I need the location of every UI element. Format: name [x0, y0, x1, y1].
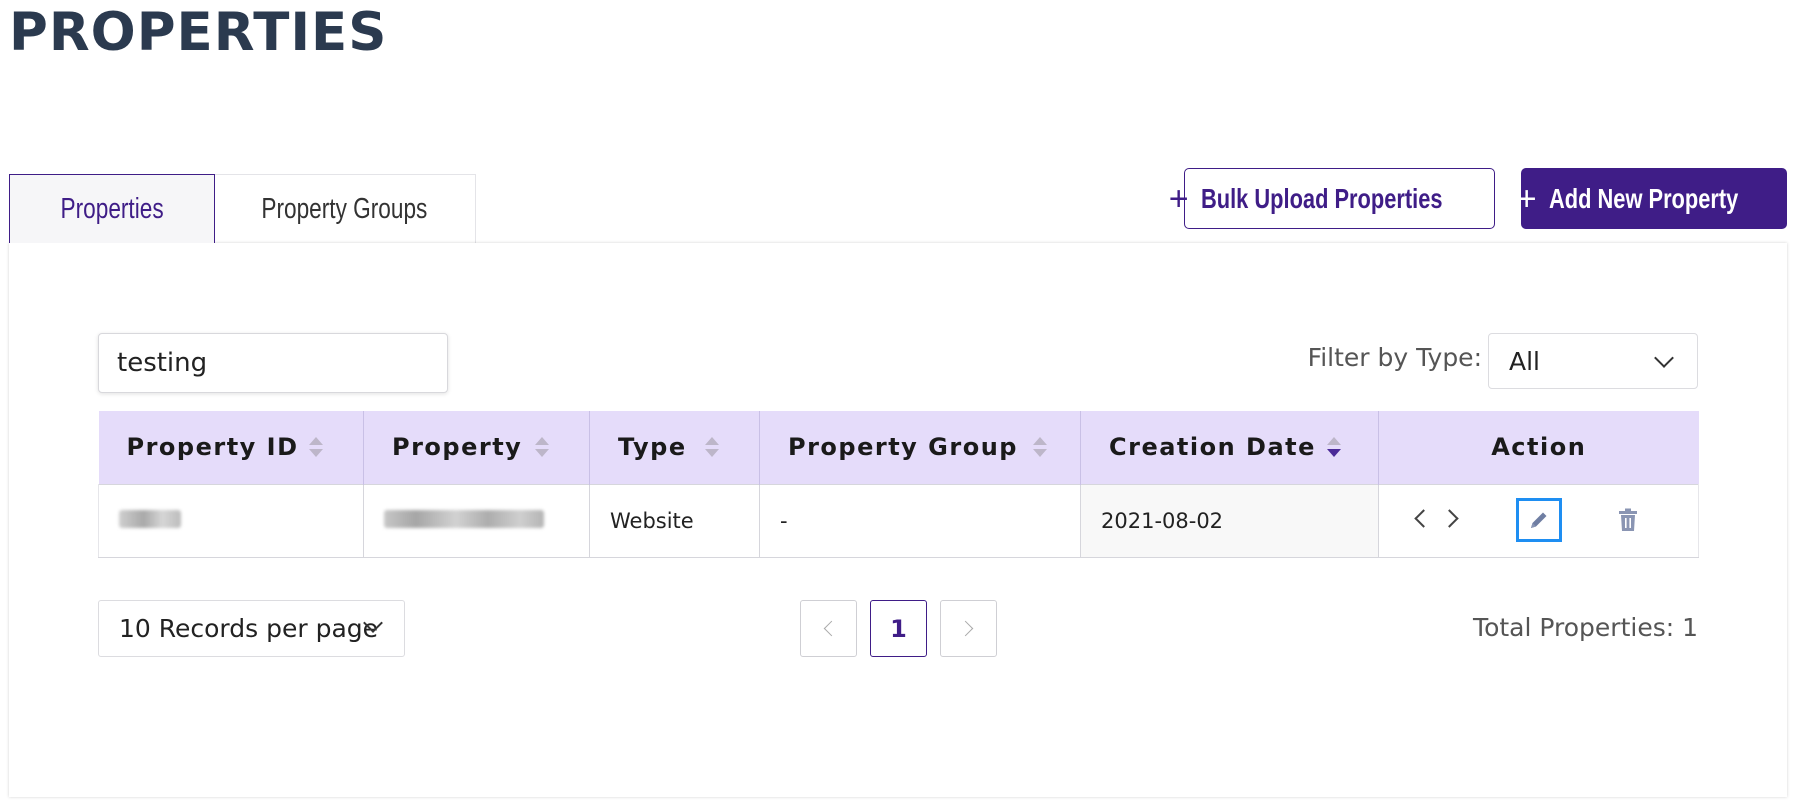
edit-button[interactable] [1516, 497, 1562, 542]
cell-property-id [98, 483, 364, 558]
bulk-upload-button[interactable]: + Bulk Upload Properties [1169, 168, 1495, 229]
filter-type-select[interactable]: All [1488, 333, 1698, 389]
search-input[interactable] [98, 333, 448, 393]
plus-icon: + [1516, 179, 1537, 218]
add-new-property-button[interactable]: + Add New Property [1517, 168, 1787, 229]
plus-icon: + [1168, 179, 1189, 218]
records-per-page-select[interactable]: 10 Records per page [98, 600, 405, 657]
pencil-icon [1531, 512, 1547, 528]
column-header-action: Action [1378, 411, 1699, 484]
column-header-property-group[interactable]: Property Group [759, 411, 1081, 484]
cell-property [363, 483, 590, 558]
trash-icon[interactable] [1618, 508, 1638, 537]
page-number-button[interactable]: 1 [870, 600, 927, 657]
tab-property-groups[interactable]: Property Groups [214, 174, 476, 243]
table-header-row: Property ID Property Type Property Group… [98, 411, 1699, 484]
column-header-type[interactable]: Type [589, 411, 760, 484]
column-header-label: Property [392, 433, 523, 462]
chevron-down-icon [1654, 348, 1674, 368]
previous-page-button[interactable] [800, 600, 857, 657]
column-header-label: Type [618, 433, 687, 462]
total-properties-count: Total Properties: 1 [1473, 613, 1698, 642]
sort-icon[interactable] [535, 437, 549, 459]
chevron-right-icon [957, 620, 974, 637]
page-title: PROPERTIES [9, 2, 388, 63]
column-header-label: Action [1491, 433, 1587, 462]
cell-creation-date: 2021-08-02 [1080, 483, 1379, 558]
cell-property-group: - [759, 483, 1081, 558]
column-header-label: Property Group [788, 433, 1018, 462]
column-header-property-id[interactable]: Property ID [98, 411, 364, 484]
redacted-property-name [384, 509, 544, 528]
sort-icon[interactable] [1033, 437, 1047, 459]
column-header-label: Creation Date [1109, 433, 1316, 462]
tab-properties[interactable]: Properties [9, 174, 215, 243]
filter-type-value: All [1509, 346, 1540, 376]
code-left-icon[interactable] [1414, 508, 1433, 528]
add-new-property-label: Add New Property [1548, 182, 1738, 214]
column-header-creation-date[interactable]: Creation Date [1080, 411, 1379, 484]
table-row: Website - 2021-08-02 [98, 483, 1699, 558]
tab-property-groups-label: Property Groups [261, 192, 428, 225]
tab-properties-label: Properties [60, 192, 164, 225]
cell-type: Website [589, 483, 760, 558]
redacted-property-id [119, 509, 181, 528]
sort-icon[interactable] [308, 437, 323, 459]
bulk-upload-label: Bulk Upload Properties [1200, 182, 1443, 214]
column-header-property[interactable]: Property [363, 411, 590, 484]
filter-label: Filter by Type: [1307, 343, 1482, 372]
records-per-page-value: 10 Records per page [119, 614, 379, 643]
sort-active-icon[interactable] [1327, 437, 1341, 459]
cell-actions [1378, 483, 1699, 558]
next-page-button[interactable] [940, 600, 997, 657]
chevron-left-icon [823, 620, 840, 637]
code-right-icon[interactable] [1440, 508, 1459, 528]
column-header-label: Property ID [126, 433, 299, 462]
properties-table: Property ID Property Type Property Group… [98, 411, 1699, 558]
sort-icon[interactable] [705, 437, 719, 459]
